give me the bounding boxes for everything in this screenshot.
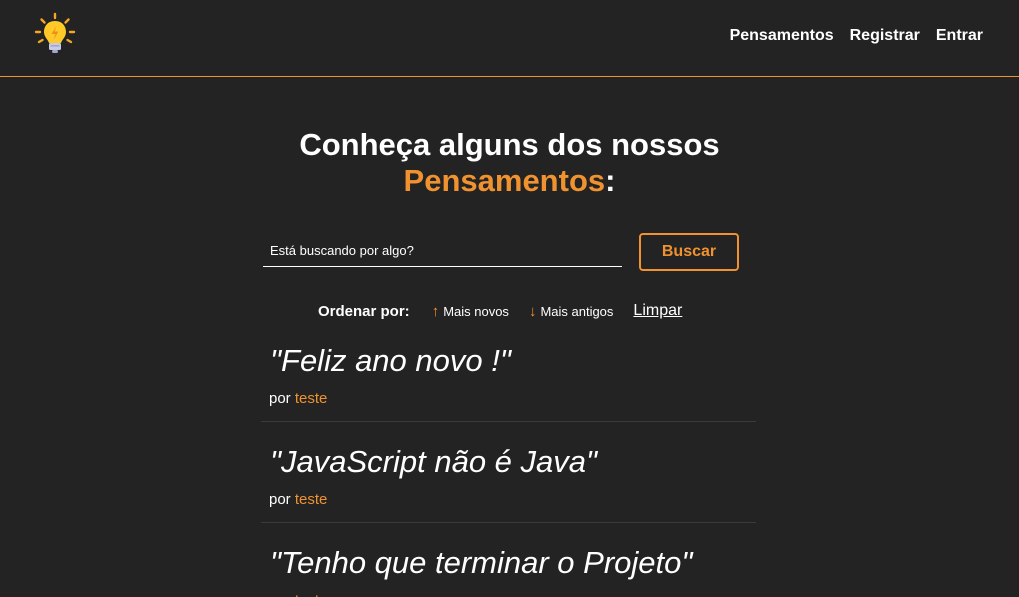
order-newest-button[interactable]: ↑ Mais novos xyxy=(432,303,509,320)
nav-link-registrar[interactable]: Registrar xyxy=(850,27,920,45)
thought-author: por teste xyxy=(261,491,756,509)
order-bar: Ordenar por: ↑ Mais novos ↓ Mais antigos… xyxy=(318,302,682,320)
clear-order-link[interactable]: Limpar xyxy=(633,302,682,320)
thought-by-label: por xyxy=(269,491,291,508)
order-label: Ordenar por: xyxy=(318,302,410,320)
thought-card: "Tenho que terminar o Projeto" por teste xyxy=(261,545,756,597)
nav-link-entrar[interactable]: Entrar xyxy=(936,27,983,45)
thought-card: "JavaScript não é Java" por teste xyxy=(261,444,756,523)
nav-link-pensamentos[interactable]: Pensamentos xyxy=(730,27,834,45)
order-newest-label: Mais novos xyxy=(443,303,509,319)
thought-quote: "Tenho que terminar o Projeto" xyxy=(270,545,693,580)
navbar: Pensamentos Registrar Entrar xyxy=(0,0,1019,77)
thought-author-name: teste xyxy=(295,592,328,597)
thought-by-label: por xyxy=(269,592,291,597)
nav-links: Pensamentos Registrar Entrar xyxy=(730,27,983,45)
arrow-down-icon: ↓ xyxy=(528,302,537,320)
thought-card: "Feliz ano novo !" por teste xyxy=(261,343,756,422)
page-title: Conheça alguns dos nossos Pensamentos: xyxy=(0,127,1019,199)
search-button[interactable]: Buscar xyxy=(639,233,739,271)
page-title-highlight: Pensamentos xyxy=(403,163,606,198)
arrow-up-icon: ↑ xyxy=(431,302,440,320)
lightbulb-icon[interactable] xyxy=(33,12,77,56)
thought-author-name: teste xyxy=(294,390,328,407)
page-title-suffix: : xyxy=(605,163,616,198)
order-oldest-label: Mais antigos xyxy=(540,303,614,319)
thought-author: por teste xyxy=(261,390,756,408)
thought-author-name: teste xyxy=(294,491,328,508)
thought-author: por teste xyxy=(261,592,756,597)
page-title-line1: Conheça alguns dos nossos xyxy=(299,127,720,162)
order-oldest-button[interactable]: ↓ Mais antigos xyxy=(529,303,613,320)
thought-quote: "JavaScript não é Java" xyxy=(270,444,598,479)
thought-by-label: por xyxy=(269,390,291,407)
search-form: Buscar xyxy=(263,233,739,271)
search-input[interactable] xyxy=(263,235,622,267)
thought-quote: "Feliz ano novo !" xyxy=(270,343,511,378)
